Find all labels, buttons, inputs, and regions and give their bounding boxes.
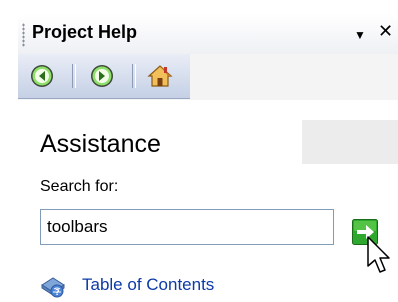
heading-bar bbox=[302, 120, 398, 164]
pane-menu-dropdown-icon[interactable]: ▼ bbox=[354, 26, 366, 44]
pane-close-icon[interactable]: ✕ bbox=[378, 22, 393, 40]
search-label: Search for: bbox=[40, 178, 119, 195]
pane-title-bar: Project Help ▼ ✕ bbox=[18, 14, 398, 54]
book-globe-icon: ? bbox=[41, 277, 65, 298]
mouse-cursor-icon bbox=[367, 236, 390, 273]
project-help-pane: Project Help ▼ ✕ Assistance Search for: … bbox=[18, 14, 398, 302]
forward-button[interactable] bbox=[88, 62, 116, 90]
table-of-contents-label: Table of Contents bbox=[82, 275, 215, 294]
back-button[interactable] bbox=[28, 62, 56, 90]
drag-grip-icon[interactable] bbox=[22, 23, 25, 47]
navigation-toolbar bbox=[18, 54, 190, 99]
toolbar-separator bbox=[72, 64, 76, 88]
toolbar-band bbox=[18, 54, 398, 100]
search-input[interactable] bbox=[40, 209, 334, 245]
pane-title: Project Help bbox=[32, 22, 138, 42]
toolbar-separator bbox=[132, 64, 136, 88]
section-heading: Assistance bbox=[40, 130, 161, 158]
svg-text:?: ? bbox=[55, 288, 60, 297]
home-button[interactable] bbox=[146, 62, 174, 90]
